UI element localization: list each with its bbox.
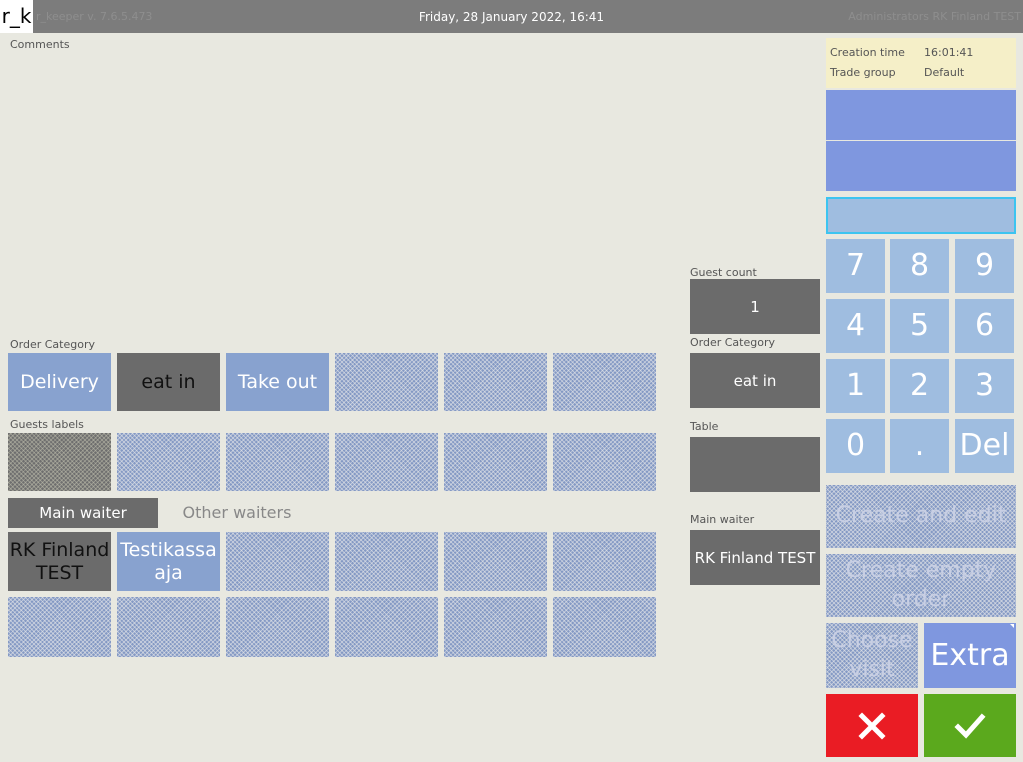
guest-label-slot <box>117 433 220 491</box>
waiter-empty-slot <box>444 597 547 657</box>
key-8[interactable]: 8 <box>890 239 949 293</box>
tab-main-waiter[interactable]: Main waiter <box>8 498 158 528</box>
extra-label: Extra <box>930 637 1010 673</box>
key-delete[interactable]: Del <box>955 419 1014 473</box>
table-label: Table <box>690 420 719 433</box>
waiter-empty-slot <box>335 597 438 657</box>
extra-button[interactable]: Extra <box>924 623 1016 688</box>
guest-label-slot <box>226 433 329 491</box>
trade-group-value: Default <box>924 66 965 79</box>
create-and-edit-button[interactable]: Create and edit <box>826 485 1016 548</box>
waiter-empty-slot <box>117 597 220 657</box>
key-0[interactable]: 0 <box>826 419 885 473</box>
choose-visit-button[interactable]: Choose visit <box>826 623 918 688</box>
close-x-icon <box>858 711 886 740</box>
waiter-empty-slot <box>8 597 111 657</box>
user-label: Administrators RK Finland TEST <box>848 10 1021 23</box>
waiter-empty-slot <box>226 597 329 657</box>
guest-label-slot <box>335 433 438 491</box>
summary-order-category-label: Order Category <box>690 336 776 349</box>
order-category-empty-slot <box>553 353 656 411</box>
guests-labels-label: Guests labels <box>10 418 84 431</box>
guest-count-label: Guest count <box>690 266 757 279</box>
waiter-empty-slot <box>553 532 656 591</box>
info-block-upper <box>826 90 1016 140</box>
creation-time-value: 16:01:41 <box>924 46 974 59</box>
key-dot[interactable]: . <box>890 419 949 473</box>
order-category-empty-slot <box>444 353 547 411</box>
waiter-testikassa-aja[interactable]: Testikassa aja <box>117 532 220 591</box>
key-2[interactable]: 2 <box>890 359 949 413</box>
order-category-take-out[interactable]: Take out <box>226 353 329 411</box>
trade-group-label: Trade group <box>830 66 896 79</box>
guest-label-slot <box>444 433 547 491</box>
order-info-panel: Creation time 16:01:41 Trade group Defau… <box>826 38 1016 88</box>
info-block-lower <box>826 141 1016 191</box>
guest-label-slot <box>553 433 656 491</box>
creation-time-label: Creation time <box>830 46 905 59</box>
check-icon <box>954 712 986 739</box>
key-6[interactable]: 6 <box>955 299 1014 353</box>
cancel-button[interactable] <box>826 694 918 757</box>
comments-label: Comments <box>10 38 70 51</box>
guest-count-value[interactable]: 1 <box>690 279 820 334</box>
key-4[interactable]: 4 <box>826 299 885 353</box>
waiter-empty-slot <box>553 597 656 657</box>
key-5[interactable]: 5 <box>890 299 949 353</box>
summary-main-waiter-label: Main waiter <box>690 513 755 526</box>
guest-label-slot[interactable] <box>8 433 111 491</box>
waiter-rk-finland-test[interactable]: RK Finland TEST <box>8 532 111 591</box>
order-category-eat-in[interactable]: eat in <box>117 353 220 411</box>
confirm-button[interactable] <box>924 694 1016 757</box>
key-7[interactable]: 7 <box>826 239 885 293</box>
corner-indicator-icon <box>1010 624 1014 628</box>
waiter-empty-slot <box>335 532 438 591</box>
key-9[interactable]: 9 <box>955 239 1014 293</box>
order-category-empty-slot <box>335 353 438 411</box>
waiter-empty-slot <box>226 532 329 591</box>
key-1[interactable]: 1 <box>826 359 885 413</box>
create-empty-order-button[interactable]: Create empty order <box>826 554 1016 617</box>
numeric-input[interactable] <box>826 197 1016 234</box>
comments-area[interactable] <box>8 54 656 334</box>
waiter-empty-slot <box>444 532 547 591</box>
tab-other-waiters[interactable]: Other waiters <box>164 498 310 528</box>
table-value[interactable] <box>690 437 820 492</box>
order-category-delivery[interactable]: Delivery <box>8 353 111 411</box>
summary-order-category-value[interactable]: eat in <box>690 353 820 408</box>
key-3[interactable]: 3 <box>955 359 1014 413</box>
order-category-label: Order Category <box>10 338 96 351</box>
summary-main-waiter-value[interactable]: RK Finland TEST <box>690 530 820 585</box>
